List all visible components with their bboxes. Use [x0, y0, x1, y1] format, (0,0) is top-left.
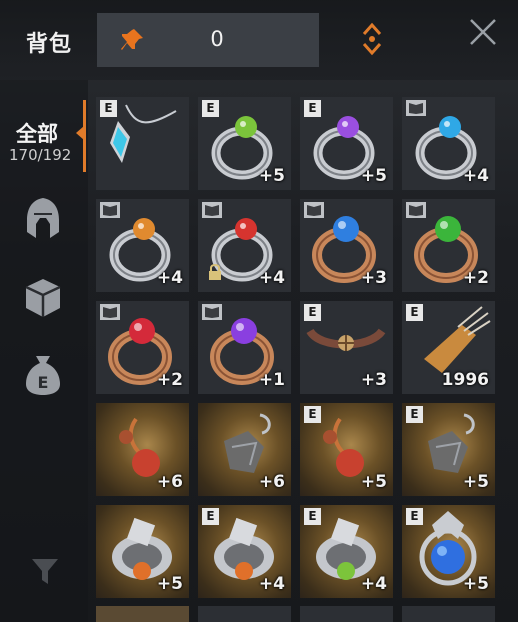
filter-icon[interactable]	[30, 556, 60, 588]
book-icon	[406, 100, 426, 116]
item-value: +5	[156, 574, 183, 594]
book-icon	[202, 304, 222, 320]
item-value: +5	[360, 472, 387, 492]
item-value: +3	[360, 370, 387, 390]
money-bag-icon[interactable]: E	[22, 352, 64, 396]
inventory-slot[interactable]: +4	[96, 199, 189, 292]
book-icon	[100, 202, 120, 218]
equipped-badge: E	[406, 508, 423, 525]
equipped-badge: E	[304, 100, 321, 117]
equipped-badge: E	[304, 508, 321, 525]
equipped-badge: E	[406, 406, 423, 423]
inventory-slot[interactable]: +6	[96, 403, 189, 496]
inventory-slot[interactable]: +5	[96, 505, 189, 598]
inventory-slot[interactable]: E +5	[300, 97, 393, 190]
equipped-badge: E	[406, 304, 423, 321]
tab-all-label: 全部	[16, 122, 58, 146]
equipped-badge: E	[304, 406, 321, 423]
item-value: +2	[462, 268, 489, 288]
inventory-slot[interactable]: E +5	[402, 403, 495, 496]
inventory-capacity: 170/192	[9, 146, 72, 164]
item-value: +2	[156, 370, 183, 390]
item-value: +6	[258, 472, 285, 492]
pin-count: 0	[210, 27, 224, 51]
next-row-slot	[198, 606, 291, 622]
item-value: +5	[462, 472, 489, 492]
inventory-slot[interactable]: +2	[402, 199, 495, 292]
equipped-badge: E	[202, 100, 219, 117]
lock-icon	[209, 264, 221, 280]
sort-toggle-icon[interactable]	[358, 22, 386, 56]
item-value: +5	[360, 166, 387, 186]
item-value: +3	[360, 268, 387, 288]
book-icon	[100, 304, 120, 320]
next-row-slot	[402, 606, 495, 622]
helmet-icon[interactable]	[22, 196, 64, 240]
equipped-badge: E	[202, 508, 219, 525]
book-icon	[304, 202, 324, 218]
active-tab-caret	[76, 126, 84, 140]
book-icon	[406, 202, 426, 218]
inventory-slot[interactable]: +2	[96, 301, 189, 394]
next-row-slot	[96, 606, 189, 622]
inventory-slot[interactable]: +3	[300, 199, 393, 292]
inventory-header: 背包 0	[0, 0, 518, 80]
item-value: +4	[156, 268, 183, 288]
inventory-slot[interactable]: E	[96, 97, 189, 190]
item-value: +1	[258, 370, 285, 390]
inventory-grid: E E +5 E +5 +4 +4 +4 +3 +2 +2 +1 E +3 E 1996…	[96, 97, 496, 622]
svg-text:E: E	[38, 373, 49, 392]
item-value: +4	[258, 268, 285, 288]
box-icon[interactable]	[22, 276, 64, 320]
item-value: +4	[462, 166, 489, 186]
item-value: +6	[156, 472, 183, 492]
inventory-slot[interactable]: E +5	[402, 505, 495, 598]
inventory-slot[interactable]: +4	[402, 97, 495, 190]
tab-all[interactable]: 全部 170/192	[0, 96, 86, 174]
inventory-slot[interactable]: E +4	[198, 505, 291, 598]
item-value: +4	[360, 574, 387, 594]
equipped-badge: E	[304, 304, 321, 321]
next-row-slot	[300, 606, 393, 622]
inventory-slot[interactable]: E +5	[300, 403, 393, 496]
equipped-badge: E	[100, 100, 117, 117]
inventory-title: 背包	[26, 32, 73, 57]
inventory-slot[interactable]: E +4	[300, 505, 393, 598]
close-icon[interactable]	[465, 14, 501, 50]
inventory-slot[interactable]: +4	[198, 199, 291, 292]
inventory-slot[interactable]: E +5	[198, 97, 291, 190]
inventory-slot[interactable]: E +3	[300, 301, 393, 394]
category-sidebar: 全部 170/192 E	[0, 80, 88, 622]
inventory-slot[interactable]: +6	[198, 403, 291, 496]
inventory-slot[interactable]: E 1996	[402, 301, 495, 394]
item-value: +4	[258, 574, 285, 594]
pin-filter-box[interactable]: 0	[97, 13, 319, 67]
item-value: +5	[258, 166, 285, 186]
item-value: 1996	[441, 370, 489, 390]
book-icon	[202, 202, 222, 218]
item-value: +5	[462, 574, 489, 594]
inventory-slot[interactable]: +1	[198, 301, 291, 394]
